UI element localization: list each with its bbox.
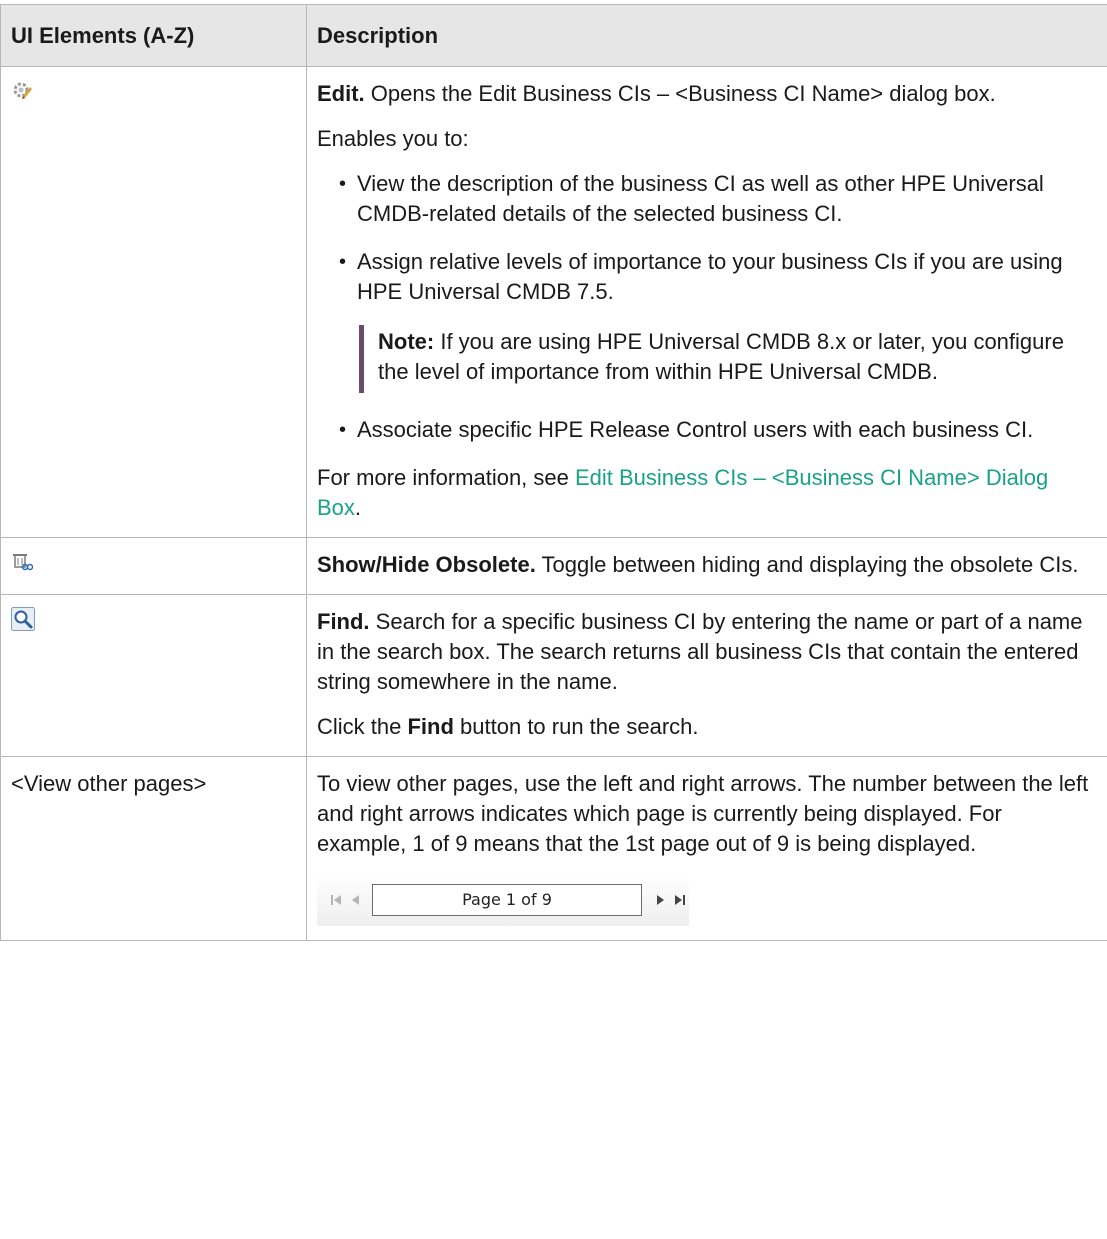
- description-cell: Show/Hide Obsolete. Toggle between hidin…: [306, 537, 1107, 595]
- description-cell: Edit. Opens the Edit Business CIs – <Bus…: [306, 66, 1107, 538]
- element-cell: [0, 594, 307, 757]
- magnifier-search-icon: [11, 607, 35, 631]
- table-row: <View other pages> To view other pages, …: [0, 756, 1107, 941]
- description-cell: Find. Search for a specific business CI …: [306, 594, 1107, 757]
- list-item: Assign relative levels of importance to …: [339, 247, 1097, 307]
- list-item: Associate specific HPE Release Control u…: [339, 415, 1097, 445]
- element-cell: [0, 66, 307, 538]
- last-page-icon: [671, 885, 689, 915]
- prev-page-icon: [345, 885, 363, 915]
- edit-bullet-list-2: Associate specific HPE Release Control u…: [317, 415, 1097, 445]
- first-page-icon: [327, 885, 345, 915]
- note-label: Note:: [378, 329, 435, 354]
- list-item: View the description of the business CI …: [339, 169, 1097, 229]
- description-cell: To view other pages, use the left and ri…: [306, 756, 1107, 941]
- edit-title: Edit.: [317, 81, 365, 106]
- note-box: Note: If you are using HPE Universal CMD…: [359, 325, 1097, 393]
- table-row: Show/Hide Obsolete. Toggle between hidin…: [0, 537, 1107, 595]
- pages-desc: To view other pages, use the left and ri…: [317, 771, 1089, 856]
- more-info-suffix: .: [354, 495, 362, 520]
- element-cell: <View other pages>: [0, 756, 307, 941]
- show-hide-obsolete-icon: [13, 554, 34, 571]
- find-desc: Search for a specific business CI by ent…: [317, 609, 1083, 694]
- find-click-bold: Find: [407, 714, 454, 739]
- pager-image: Page 1 of 9: [317, 874, 689, 926]
- show-hide-title: Show/Hide Obsolete.: [317, 552, 536, 577]
- enables-text: Enables you to:: [317, 126, 469, 151]
- edit-bullet-list: View the description of the business CI …: [317, 169, 1097, 307]
- note-text: If you are using HPE Universal CMDB 8.x …: [378, 329, 1064, 384]
- find-click-suffix: button to run the search.: [453, 714, 699, 739]
- edit-gear-pencil-icon: [13, 82, 32, 99]
- next-page-icon: [652, 885, 670, 915]
- element-cell: [0, 537, 307, 595]
- edit-desc: Opens the Edit Business CIs – <Business …: [370, 81, 996, 106]
- table-row: Find. Search for a specific business CI …: [0, 594, 1107, 757]
- more-info-prefix: For more information, see: [317, 465, 575, 490]
- ui-elements-table: UI Elements (A-Z) Description Edit. Open…: [0, 4, 1107, 941]
- header-ui-elements: UI Elements (A-Z): [0, 4, 307, 67]
- header-description: Description: [306, 4, 1107, 67]
- find-title: Find.: [317, 609, 370, 634]
- table-header-row: UI Elements (A-Z) Description: [0, 4, 1107, 67]
- page-number-field: Page 1 of 9: [371, 884, 643, 916]
- show-hide-desc: Toggle between hiding and displaying the…: [541, 552, 1079, 577]
- find-click-prefix: Click the: [317, 714, 408, 739]
- table-row: Edit. Opens the Edit Business CIs – <Bus…: [0, 66, 1107, 538]
